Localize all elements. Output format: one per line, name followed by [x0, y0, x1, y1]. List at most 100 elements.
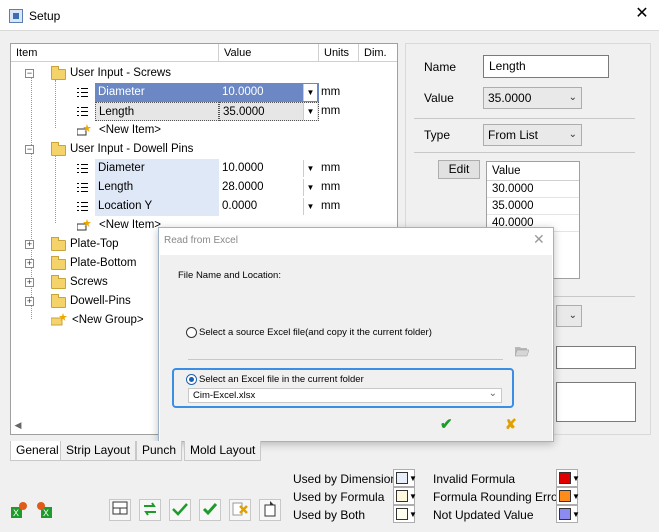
expand-icon[interactable]: +	[25, 240, 34, 249]
not-updated-swatch	[559, 508, 571, 520]
value-dropdown-icon[interactable]: ▼	[303, 198, 317, 215]
collapse-icon[interactable]: −	[25, 69, 34, 78]
tab-punch[interactable]: Punch	[136, 441, 183, 461]
new-item-label[interactable]: <New Item>	[99, 216, 161, 235]
ok-check-icon[interactable]	[199, 499, 221, 521]
tree-row-item[interactable]: Length 35.0000 ▼ mm	[11, 102, 397, 121]
tree-header: Item Value Units Dim.	[11, 44, 397, 62]
new-group-label[interactable]: <New Group>	[72, 311, 144, 330]
expand-icon[interactable]: +	[25, 259, 34, 268]
chevron-down-icon: ▼	[409, 492, 417, 501]
section-label: File Name and Location:	[178, 270, 281, 281]
chevron-down-icon: ▼	[572, 474, 580, 483]
ok-check-icon[interactable]: ✔	[440, 415, 453, 433]
item-units: mm	[321, 200, 341, 212]
column-header-value[interactable]: Value	[219, 44, 319, 62]
tree-row-item[interactable]: Diameter 10.0000 ▼ mm	[11, 83, 397, 102]
tree-row-item[interactable]: Length 28.0000 ▼ mm	[11, 178, 397, 197]
separator	[414, 152, 635, 153]
type-combo-text: From List	[488, 128, 539, 142]
expand-icon[interactable]: +	[25, 278, 34, 287]
folder-icon	[51, 275, 66, 289]
value-dropdown-icon[interactable]: ▼	[303, 179, 317, 196]
edit-button[interactable]: Edit	[438, 160, 480, 179]
layout-grid-icon[interactable]	[109, 499, 131, 521]
tree-row-item[interactable]: Diameter 10.0000 ▼ mm	[11, 159, 397, 178]
type-combo[interactable]: From List ⌄	[483, 124, 582, 146]
invalid-color-picker[interactable]: ▼	[556, 469, 580, 487]
not-updated-color-picker[interactable]: ▼	[556, 505, 580, 523]
apply-arrow-icon[interactable]	[169, 499, 191, 521]
expand-icon[interactable]: +	[25, 297, 34, 306]
value-dropdown-icon[interactable]: ▼	[303, 84, 317, 101]
dimension-color-picker[interactable]: ▼	[393, 469, 417, 487]
column-header-dim[interactable]: Dim.	[359, 44, 397, 62]
tab-general[interactable]: General	[10, 441, 65, 461]
item-label[interactable]: Length	[95, 178, 219, 197]
group-label: Dowell-Pins	[70, 295, 131, 307]
tree-row-item[interactable]: Location Y 0.0000 ▼ mm	[11, 197, 397, 216]
cancel-icon[interactable]: ✘	[505, 416, 517, 433]
list-icon	[77, 163, 88, 174]
item-label[interactable]: Diameter	[95, 159, 219, 178]
scroll-left-icon[interactable]: ◀	[11, 417, 25, 434]
tab-mold-layout[interactable]: Mold Layout	[184, 441, 262, 461]
tree-row-new-item[interactable]: <New Item>	[11, 121, 397, 140]
folder-icon	[51, 294, 66, 308]
rounding-color-picker[interactable]: ▼	[556, 487, 580, 505]
formula-color-picker[interactable]: ▼	[393, 487, 417, 505]
legend-rounding-error-label: Formula Rounding Error	[433, 490, 562, 504]
document-icon[interactable]	[259, 499, 281, 521]
import-excel-icon[interactable]: X	[8, 500, 30, 522]
hidden-text-area[interactable]	[556, 382, 636, 422]
export-excel-icon[interactable]: X	[34, 500, 56, 522]
cancel-icon[interactable]	[229, 499, 251, 521]
list-item[interactable]: 30.0000	[487, 181, 579, 198]
legend-used-by-formula-label: Used by Formula	[293, 490, 385, 504]
source-file-radio[interactable]	[186, 327, 197, 338]
list-icon	[77, 106, 88, 117]
folder-icon	[51, 142, 66, 156]
window-title: Setup	[29, 9, 61, 23]
source-file-field[interactable]	[188, 342, 503, 360]
hidden-text-field[interactable]	[556, 346, 636, 369]
item-label[interactable]: Diameter	[95, 83, 219, 102]
value-dropdown-icon[interactable]: ▼	[303, 160, 317, 177]
legend-invalid-formula-label: Invalid Formula	[433, 472, 516, 486]
item-label[interactable]: Length	[95, 102, 219, 121]
svg-text:X: X	[13, 508, 19, 518]
list-icon	[77, 182, 88, 193]
legend-not-updated-label: Not Updated Value	[433, 508, 534, 522]
tab-strip-layout[interactable]: Strip Layout	[60, 441, 137, 461]
new-item-label[interactable]: <New Item>	[99, 121, 161, 140]
value-dropdown-icon[interactable]: ▼	[303, 103, 317, 120]
close-icon[interactable]: ✕	[633, 5, 651, 23]
list-item[interactable]: 35.0000	[487, 198, 579, 215]
tree-row-group[interactable]: − User Input - Dowell Pins	[11, 140, 397, 159]
excel-file-select[interactable]: Cim-Excel.xlsx ⌄	[188, 388, 502, 403]
legend-used-by-both-label: Used by Both	[293, 508, 366, 522]
group-label: Plate-Top	[70, 238, 119, 250]
chevron-down-icon: ▼	[572, 492, 580, 501]
close-icon[interactable]: ✕	[533, 231, 545, 248]
column-header-item[interactable]: Item	[11, 44, 219, 62]
new-item-icon	[77, 124, 91, 136]
current-folder-radio[interactable]	[186, 374, 197, 385]
refresh-icon[interactable]	[139, 499, 161, 521]
both-color-picker[interactable]: ▼	[393, 505, 417, 523]
invalid-swatch	[559, 472, 571, 484]
name-field[interactable]: Length	[483, 55, 609, 78]
folder-open-icon[interactable]	[515, 346, 529, 357]
collapse-icon[interactable]: −	[25, 145, 34, 154]
column-header-units[interactable]: Units	[319, 44, 359, 62]
hidden-combo[interactable]: ⌄	[556, 305, 582, 327]
current-folder-option-label[interactable]: Select an Excel file in the current fold…	[199, 374, 364, 385]
tree-row-group[interactable]: − User Input - Screws	[11, 64, 397, 83]
value-label: Value	[424, 91, 454, 105]
value-combo[interactable]: 35.0000 ⌄	[483, 87, 582, 109]
item-units: mm	[321, 162, 341, 174]
group-label: Screws	[70, 276, 108, 288]
source-file-option-label[interactable]: Select a source Excel file(and copy it t…	[199, 327, 432, 338]
folder-icon	[51, 66, 66, 80]
item-label[interactable]: Location Y	[95, 197, 219, 216]
